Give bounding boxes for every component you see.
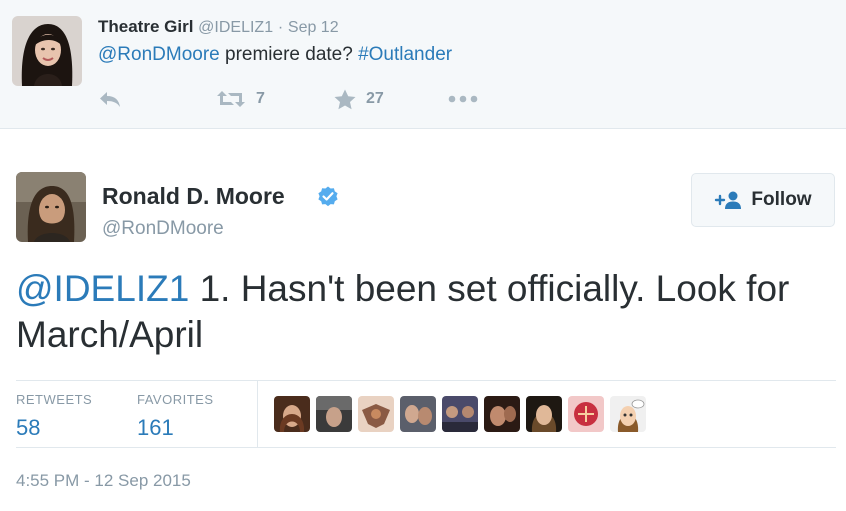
favoriter-avatar[interactable] bbox=[526, 396, 562, 432]
reply-icon bbox=[100, 92, 120, 107]
favoriter-avatar[interactable] bbox=[274, 396, 310, 432]
parent-author-handle[interactable]: @IDELIZ1 bbox=[198, 19, 273, 36]
tweet-text: @IDELIZ1 1. Hasn't been set officially. … bbox=[16, 266, 826, 358]
favoriter-avatar[interactable] bbox=[442, 396, 478, 432]
retweet-icon bbox=[217, 91, 245, 107]
reply-button[interactable] bbox=[98, 86, 122, 112]
favorite-button[interactable]: 27 bbox=[334, 86, 384, 112]
parent-tweet-text: @RonDMoore premiere date? #Outlander bbox=[98, 44, 452, 66]
parent-tweet-header: Theatre Girl @IDELIZ1 · Sep 12 bbox=[98, 17, 339, 37]
stats-divider bbox=[257, 381, 258, 448]
favoriter-avatars bbox=[274, 396, 652, 432]
parent-mention-link[interactable]: @RonDMoore bbox=[98, 44, 220, 65]
parent-separator: · bbox=[277, 19, 284, 36]
parent-text-body: premiere date? bbox=[225, 44, 353, 65]
follow-button[interactable]: Follow bbox=[691, 173, 835, 227]
retweets-stat[interactable]: RETWEETS 58 bbox=[16, 392, 92, 441]
star-icon bbox=[334, 89, 356, 109]
parent-author-name[interactable]: Theatre Girl bbox=[98, 17, 193, 36]
author-avatar[interactable] bbox=[16, 172, 86, 242]
parent-tweet[interactable]: Theatre Girl @IDELIZ1 · Sep 12 @RonDMoor… bbox=[0, 0, 846, 129]
add-user-icon bbox=[715, 191, 742, 209]
tweet-mention-link[interactable]: @IDELIZ1 bbox=[16, 268, 189, 309]
parent-hashtag-link[interactable]: #Outlander bbox=[358, 44, 452, 65]
more-button[interactable] bbox=[448, 86, 478, 112]
favoriter-avatar[interactable] bbox=[316, 396, 352, 432]
favorites-value: 161 bbox=[137, 415, 174, 440]
favorites-stat[interactable]: FAVORITES 161 bbox=[137, 392, 214, 441]
favorite-count: 27 bbox=[366, 90, 384, 107]
parent-avatar[interactable] bbox=[12, 16, 82, 86]
more-dots-icon bbox=[448, 95, 478, 103]
verified-badge-icon bbox=[318, 186, 338, 207]
parent-timestamp[interactable]: Sep 12 bbox=[288, 19, 339, 36]
retweets-value: 58 bbox=[16, 415, 41, 440]
favoriter-avatar[interactable] bbox=[358, 396, 394, 432]
retweets-label: RETWEETS bbox=[16, 392, 93, 407]
favoriter-avatar[interactable] bbox=[610, 396, 646, 432]
author-name[interactable]: Ronald D. Moore bbox=[102, 183, 285, 210]
favorites-label: FAVORITES bbox=[137, 392, 214, 407]
retweet-button[interactable]: 7 bbox=[216, 86, 265, 112]
favoriter-avatar[interactable] bbox=[568, 396, 604, 432]
tweet-timestamp: 4:55 PM - 12 Sep 2015 bbox=[16, 471, 191, 490]
follow-button-label: Follow bbox=[751, 189, 812, 210]
retweet-count: 7 bbox=[256, 90, 265, 107]
favoriter-avatar[interactable] bbox=[484, 396, 520, 432]
tweet-stats: RETWEETS 58 FAVORITES 161 bbox=[16, 380, 836, 448]
favoriter-avatar[interactable] bbox=[400, 396, 436, 432]
author-handle[interactable]: @RonDMoore bbox=[102, 218, 224, 240]
